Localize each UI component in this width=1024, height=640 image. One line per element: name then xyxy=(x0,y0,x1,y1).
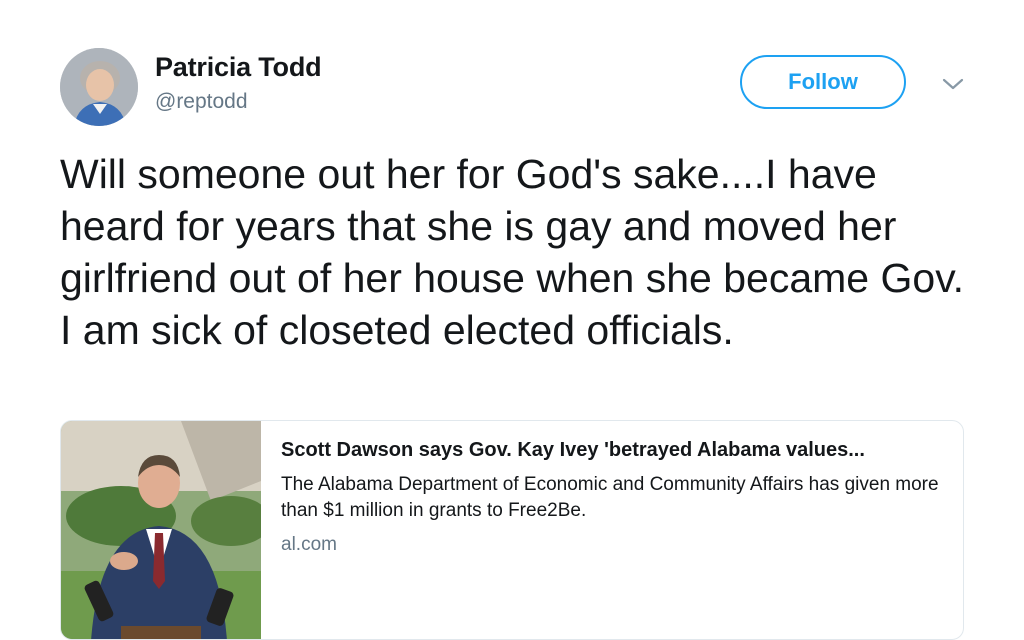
tweet-text: Will someone out her for God's sake....I… xyxy=(60,151,987,353)
author-name[interactable]: Patricia Todd xyxy=(155,52,322,83)
author-handle[interactable]: @reptodd xyxy=(155,90,248,114)
chevron-down-icon[interactable] xyxy=(940,74,966,94)
author-avatar[interactable] xyxy=(60,48,138,126)
link-card[interactable]: Scott Dawson says Gov. Kay Ivey 'betraye… xyxy=(60,420,964,640)
card-domain: al.com xyxy=(281,534,337,555)
follow-button[interactable]: Follow xyxy=(740,55,906,109)
card-body[interactable]: Scott Dawson says Gov. Kay Ivey 'betraye… xyxy=(281,439,951,556)
card-image[interactable] xyxy=(61,421,261,639)
card-title[interactable]: Scott Dawson says Gov. Kay Ivey 'betraye… xyxy=(281,439,951,462)
avatar-photo xyxy=(60,48,138,126)
card-description: The Alabama Department of Economic and C… xyxy=(281,474,939,521)
